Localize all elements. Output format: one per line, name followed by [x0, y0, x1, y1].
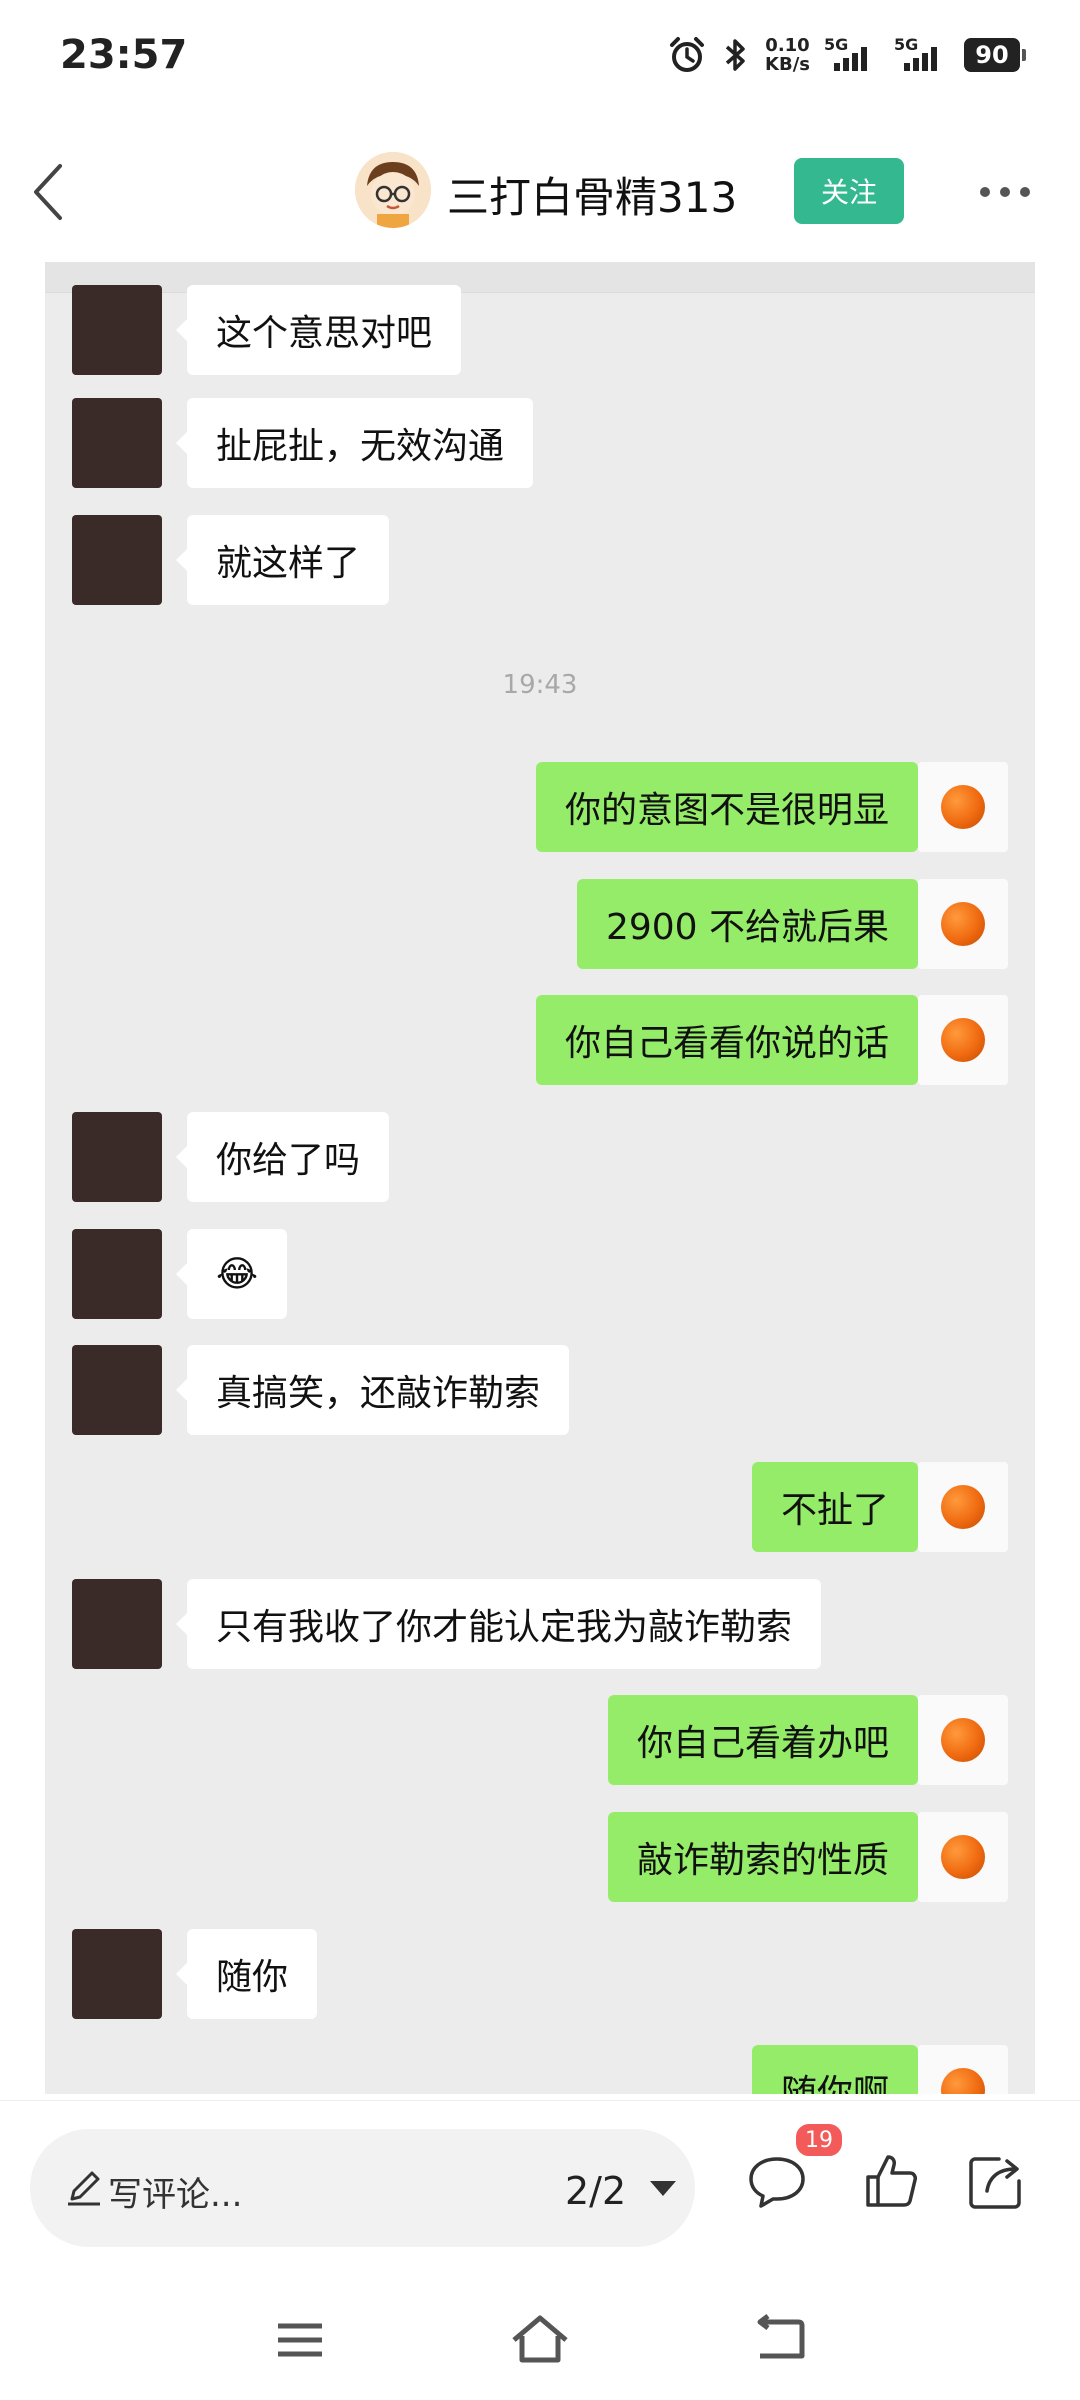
- contact-avatar: [72, 1229, 162, 1319]
- network-speed: 0.10 KB/s: [765, 35, 810, 75]
- chat-message-left: 就这样了: [45, 515, 1035, 605]
- self-avatar: [918, 995, 1008, 1085]
- chat-screenshot-image[interactable]: 这个意思对吧 扯屁扯，无效沟通 就这样了 19:43 你的意图不是很明显 290…: [45, 262, 1035, 2094]
- message-bubble: 你自己看着办吧: [607, 1695, 930, 1785]
- chat-message-right: 2900 不给就后果: [45, 879, 1035, 969]
- bottom-action-bar: 写评论... 2/2 19: [0, 2100, 1080, 2251]
- orange-avatar-icon: [941, 1718, 985, 1762]
- comment-input[interactable]: 写评论... 2/2: [30, 2129, 695, 2247]
- back-arrow-icon[interactable]: [26, 160, 76, 224]
- chat-message-left: 这个意思对吧: [45, 285, 1035, 375]
- contact-avatar: [72, 1112, 162, 1202]
- message-bubble: 扯屁扯，无效沟通: [175, 398, 534, 488]
- author-name[interactable]: 三打白骨精313: [447, 164, 737, 225]
- signal-2: 5G: [894, 33, 950, 77]
- post-header: 三打白骨精313 关注: [0, 130, 1080, 254]
- message-bubble: 随你: [175, 1929, 318, 2019]
- battery-indicator: 90: [964, 38, 1026, 72]
- orange-avatar-icon: [941, 902, 985, 946]
- follow-button[interactable]: 关注: [794, 158, 904, 224]
- contact-avatar: [72, 1929, 162, 2019]
- message-bubble: 真搞笑，还敲诈勒索: [175, 1345, 570, 1435]
- orange-avatar-icon: [941, 1835, 985, 1879]
- alarm-icon: [670, 37, 705, 72]
- page-indicator[interactable]: 2/2: [565, 2169, 626, 2213]
- orange-avatar-icon: [941, 2068, 985, 2094]
- message-bubble: 2900 不给就后果: [576, 879, 930, 969]
- chat-message-right: 你自己看着办吧: [45, 1695, 1035, 1785]
- message-bubble: 就这样了: [175, 515, 390, 605]
- chat-message-left: 你给了吗: [45, 1112, 1035, 1202]
- contact-avatar: [72, 285, 162, 375]
- status-icons: 0.10 KB/s 5G 5G 90: [667, 30, 1026, 80]
- message-bubble: 敲诈勒索的性质: [607, 1812, 930, 1902]
- status-time: 23:57: [60, 32, 188, 78]
- signal-bars-icon: [904, 47, 937, 71]
- orange-avatar-icon: [941, 785, 985, 829]
- pen-icon: [68, 2171, 100, 2206]
- message-bubble: 只有我收了你才能认定我为敲诈勒索: [175, 1579, 822, 1669]
- self-avatar: [918, 1695, 1008, 1785]
- menu-icon[interactable]: [270, 2310, 330, 2370]
- status-bar: 23:57 0.10 KB/s 5G 5G 90: [0, 0, 1080, 110]
- cartoon-face-icon: [355, 152, 431, 228]
- author-avatar[interactable]: [355, 152, 431, 228]
- contact-avatar: [72, 1345, 162, 1435]
- self-avatar: [918, 1812, 1008, 1902]
- home-icon[interactable]: [510, 2310, 570, 2370]
- contact-avatar: [72, 398, 162, 488]
- signal-1: 5G: [824, 33, 880, 77]
- chat-message-right: 随你啊: [45, 2045, 1035, 2094]
- message-bubble: 你自己看看你说的话: [535, 995, 930, 1085]
- chevron-down-icon[interactable]: [650, 2181, 676, 2196]
- contact-avatar: [72, 515, 162, 605]
- contact-avatar: [72, 1579, 162, 1669]
- orange-avatar-icon: [941, 1485, 985, 1529]
- chat-message-right: 你自己看看你说的话: [45, 995, 1035, 1085]
- thumbs-up-icon[interactable]: [860, 2149, 924, 2213]
- message-bubble: 这个意思对吧: [175, 285, 462, 375]
- chat-message-right: 不扯了: [45, 1462, 1035, 1552]
- comment-placeholder: 写评论...: [108, 2175, 243, 2215]
- self-avatar: [918, 879, 1008, 969]
- message-bubble: 你给了吗: [175, 1112, 390, 1202]
- chat-message-left: 真搞笑，还敲诈勒索: [45, 1345, 1035, 1435]
- back-icon[interactable]: [750, 2310, 810, 2370]
- chat-message-left: 只有我收了你才能认定我为敲诈勒索: [45, 1579, 1035, 1669]
- self-avatar: [918, 762, 1008, 852]
- chat-message-left: 扯屁扯，无效沟通: [45, 398, 1035, 488]
- message-bubble: 你的意图不是很明显: [535, 762, 930, 852]
- chat-message-right: 敲诈勒索的性质: [45, 1812, 1035, 1902]
- signal-bars-icon: [834, 47, 867, 71]
- share-icon[interactable]: [965, 2149, 1029, 2213]
- chat-timestamp: 19:43: [502, 670, 578, 700]
- bluetooth-icon: [725, 39, 745, 71]
- chat-message-left: 😂: [45, 1229, 1035, 1319]
- chat-message-right: 你的意图不是很明显: [45, 762, 1035, 852]
- message-bubble: 不扯了: [751, 1462, 930, 1552]
- chat-message-left: 随你: [45, 1929, 1035, 2019]
- comment-count-badge: 19: [793, 2121, 845, 2159]
- message-bubble: 随你啊: [751, 2045, 930, 2094]
- self-avatar: [918, 2045, 1008, 2094]
- system-nav-bar: [0, 2290, 1080, 2390]
- message-bubble: 😂: [175, 1229, 288, 1319]
- more-icon[interactable]: [975, 172, 1035, 212]
- orange-avatar-icon: [941, 1018, 985, 1062]
- comment-icon[interactable]: [745, 2149, 809, 2213]
- self-avatar: [918, 1462, 1008, 1552]
